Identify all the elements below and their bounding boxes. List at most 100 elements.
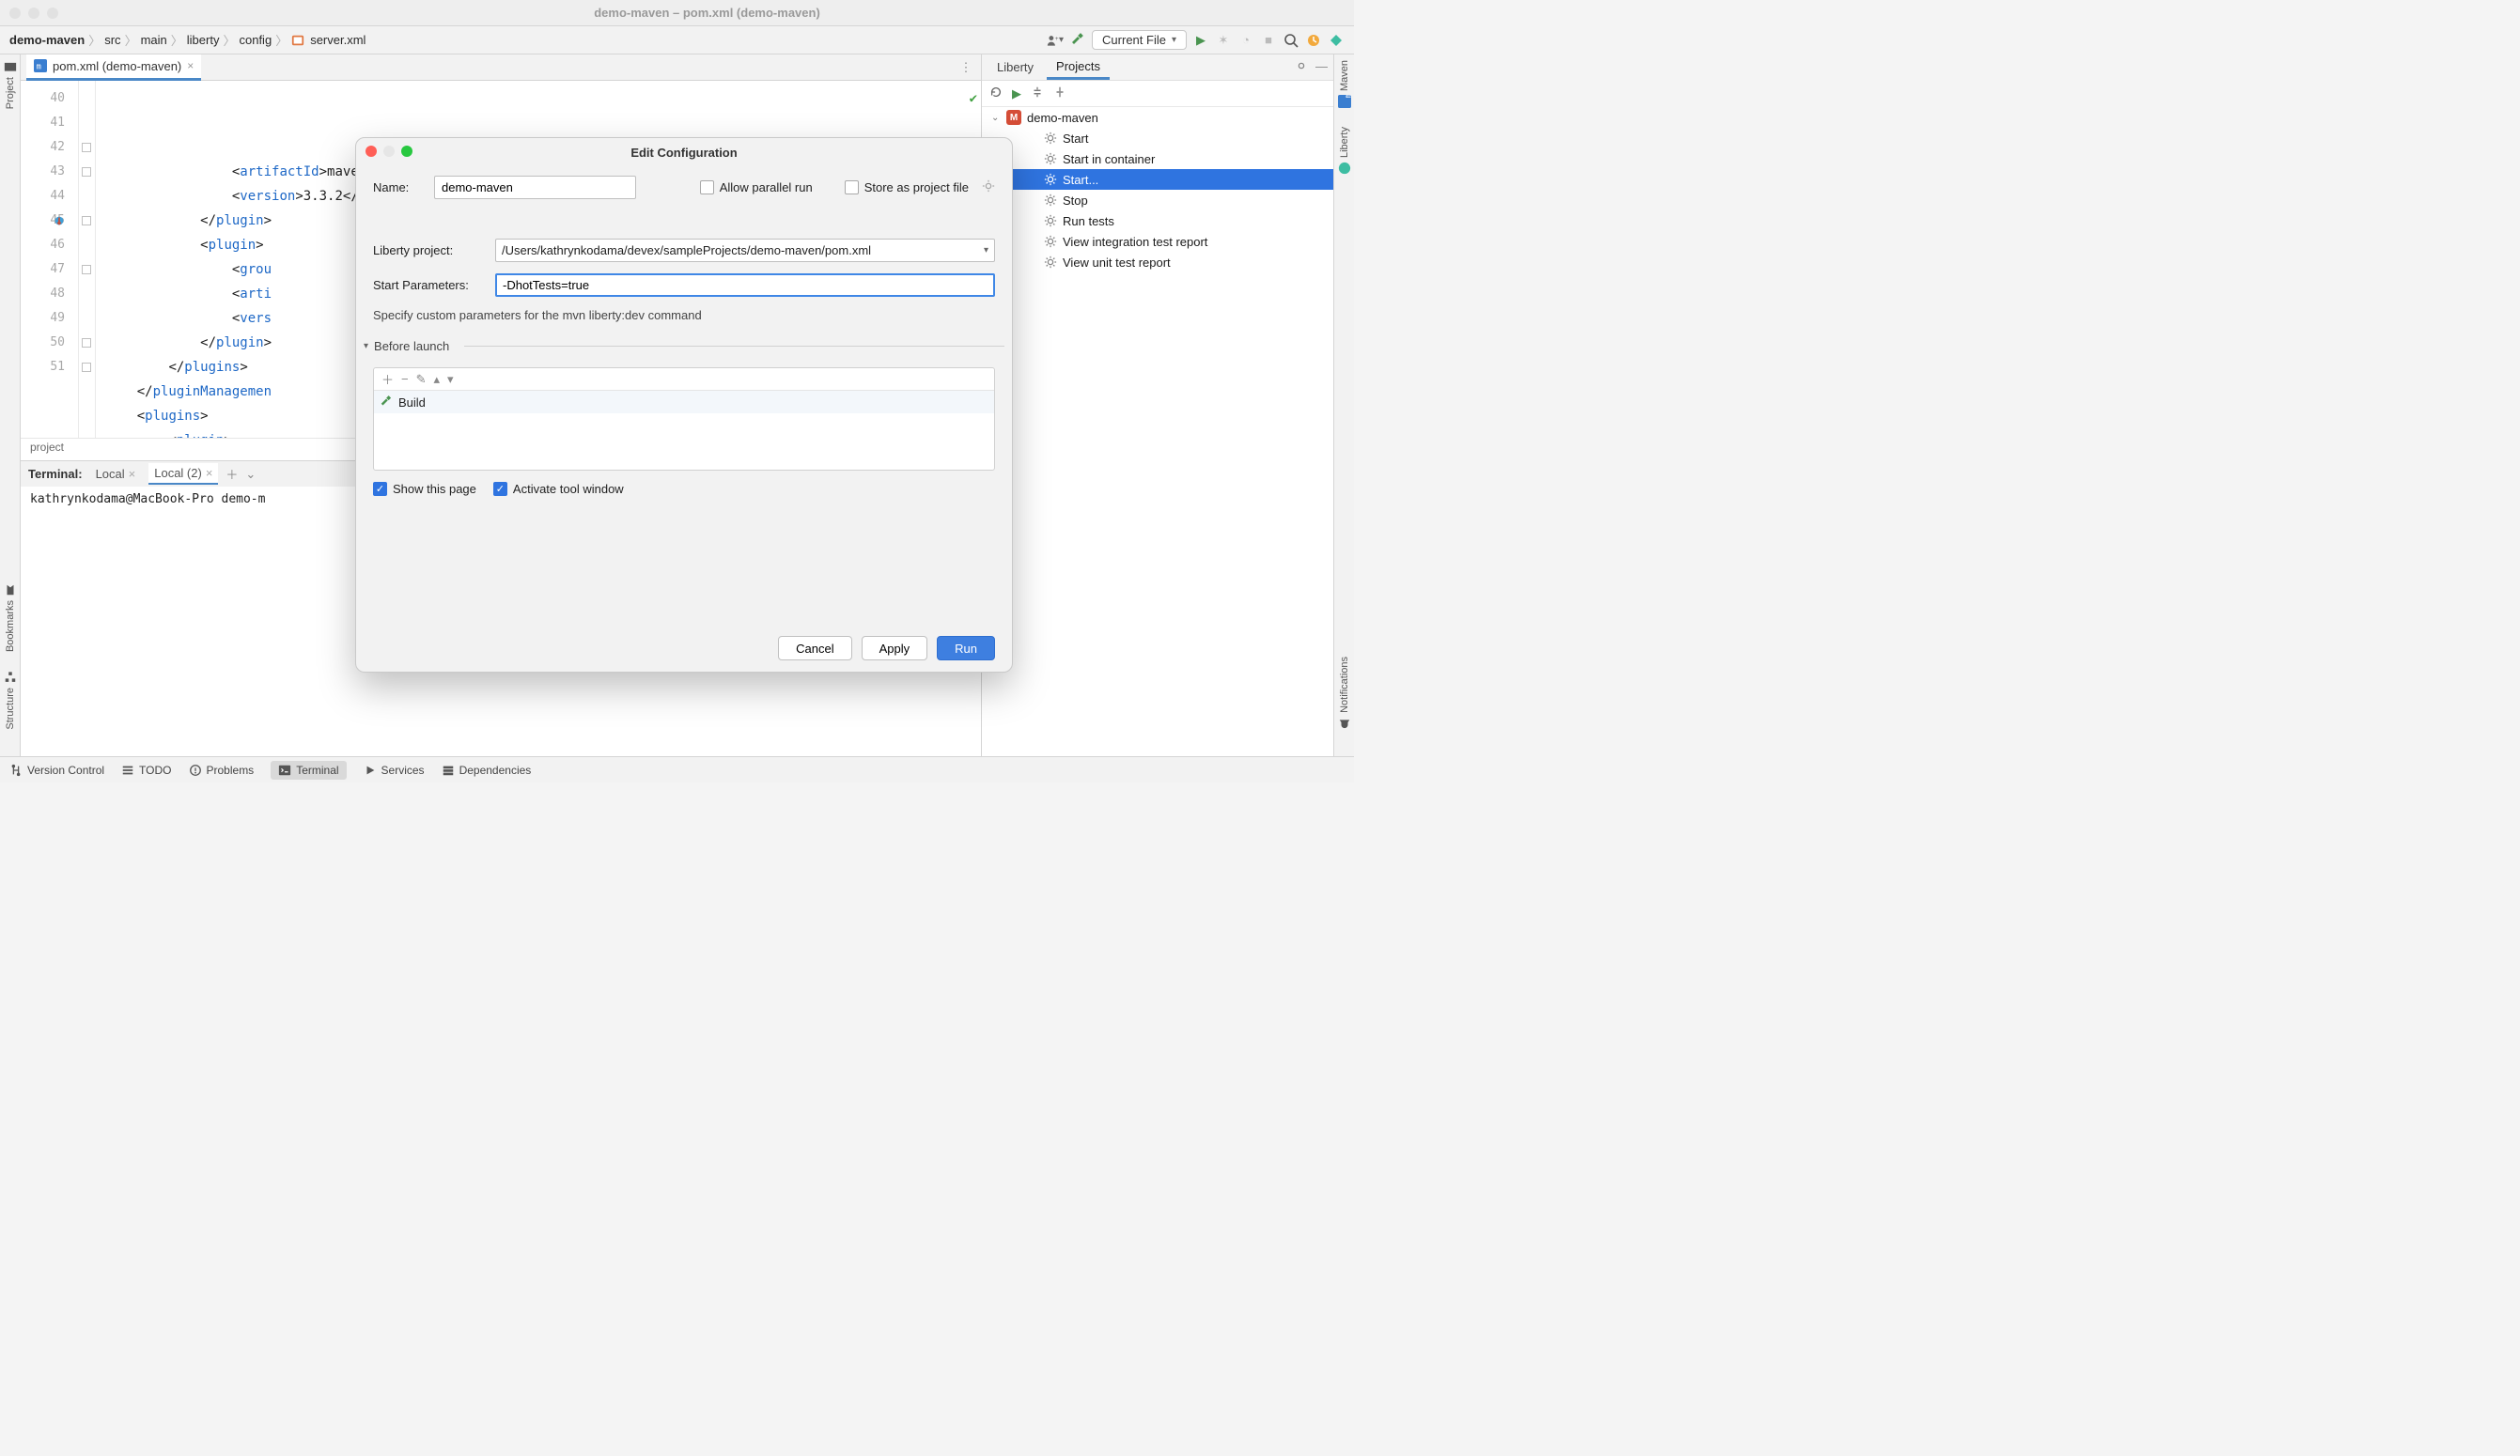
move-down-icon[interactable]: ▾ [447,372,454,387]
move-up-icon[interactable]: ▴ [434,372,441,387]
remove-icon[interactable]: − [401,372,409,386]
sb-dependencies[interactable]: Dependencies [442,764,532,777]
tree-item[interactable]: View unit test report [982,252,1333,272]
rail-bookmarks[interactable]: Bookmarks [4,583,17,652]
collapse-icon[interactable] [1031,85,1044,101]
start-params-input[interactable] [495,273,995,297]
tree-item[interactable]: Start [982,128,1333,148]
breadcrumb-file[interactable]: server.xml [310,33,366,47]
tree-item[interactable]: Stop [982,190,1333,210]
allow-parallel-checkbox[interactable]: Allow parallel run [700,180,813,194]
rail-project[interactable]: Project [4,60,17,109]
profile-icon[interactable]: ◔ [1237,32,1254,49]
sb-todo[interactable]: TODO [121,764,171,777]
close-tab-icon[interactable]: × [187,59,194,72]
run-config-selector[interactable]: Current File ▾ [1092,30,1187,50]
tab-liberty[interactable]: Liberty [988,56,1043,78]
fold-toggle-icon[interactable] [82,338,91,348]
gear-icon[interactable] [982,179,995,195]
zoom-icon[interactable] [401,146,412,157]
add-terminal-icon[interactable]: ＋ [226,465,238,483]
tab-projects[interactable]: Projects [1047,55,1110,80]
tree-item-label: Start in container [1063,152,1155,166]
terminal-tab-local[interactable]: Local × [90,464,142,484]
cancel-button[interactable]: Cancel [778,636,851,660]
close-icon[interactable]: × [129,467,136,481]
run-button[interactable]: Run [937,636,995,660]
gear-icon [1044,235,1057,248]
hide-panel-icon[interactable]: — [1315,59,1328,75]
breadcrumb-part[interactable]: liberty [187,33,220,47]
terminal-tab-local-2[interactable]: Local (2) × [148,463,218,485]
editor-tab-label: pom.xml (demo-maven) [53,59,181,73]
rail-liberty[interactable]: Liberty [1338,127,1351,175]
tree-item[interactable]: View integration test report [982,231,1333,252]
editor-tab-pom[interactable]: m pom.xml (demo-maven) × [26,54,201,81]
tab-overflow-icon[interactable]: ⋮ [957,60,975,75]
stop-icon[interactable]: ■ [1260,32,1277,49]
breadcrumb-root[interactable]: demo-maven [9,33,85,47]
build-hammer-icon [380,395,393,409]
close-window-icon[interactable] [9,8,21,19]
edit-icon[interactable]: ✎ [416,372,427,387]
liberty-project-combo[interactable]: /Users/kathrynkodama/devex/sampleProject… [495,239,995,262]
sync-icon[interactable] [1305,32,1322,49]
close-icon[interactable]: × [206,466,213,480]
line-number: 42 [21,135,78,160]
apply-button[interactable]: Apply [862,636,928,660]
right-panel-tabs: Liberty Projects — [982,54,1333,81]
fold-toggle-icon[interactable] [82,265,91,274]
debug-icon[interactable]: ✶ [1215,32,1232,49]
minimize-window-icon[interactable] [28,8,39,19]
dialog-traffic-lights [366,146,412,157]
store-as-project-checkbox[interactable]: Store as project file [845,180,969,194]
sb-version-control[interactable]: Version Control [9,764,104,777]
breadcrumb-part[interactable]: config [239,33,272,47]
rail-notifications[interactable]: Notifications [1338,657,1351,730]
liberty-projects-tree[interactable]: ⌄Mdemo-mavenStart Start in container Start… [982,107,1333,756]
name-input[interactable] [434,176,636,199]
fold-toggle-icon[interactable] [82,167,91,177]
minimize-icon[interactable] [383,146,395,157]
xml-file-icon [291,34,304,47]
statusbar: Version Control TODO Problems Terminal S… [0,756,1354,782]
expand-icon[interactable] [1053,85,1066,101]
sb-terminal[interactable]: Terminal [271,761,346,780]
line-number: 40 [21,86,78,111]
terminal-dropdown-icon[interactable]: ⌄ [245,467,256,482]
sb-services[interactable]: Services [364,764,425,777]
build-hammer-icon[interactable] [1069,32,1086,49]
rail-structure[interactable]: Structure [4,671,17,730]
run-icon[interactable]: ▶ [1192,32,1209,49]
left-tool-rail: Project Bookmarks Structure [0,54,21,756]
fold-toggle-icon[interactable] [82,143,91,152]
liberty-project-label: Liberty project: [373,243,486,257]
code-with-me-icon[interactable] [1328,32,1345,49]
before-launch-header[interactable]: ▾ Before launch [356,333,1012,358]
gutter-run-marker-icon[interactable] [51,212,66,227]
tree-item[interactable]: Start in container [982,148,1333,169]
before-launch-item[interactable]: Build [374,391,994,413]
fold-toggle-icon[interactable] [82,216,91,225]
gear-icon[interactable] [1295,59,1308,75]
tree-item[interactable]: Start... [982,169,1333,190]
add-user-icon[interactable]: +▾ [1047,32,1064,49]
add-icon[interactable]: ＋ [381,370,394,388]
chevron-down-icon: ⌄ [991,113,1001,123]
sb-problems[interactable]: Problems [189,764,255,777]
search-icon[interactable] [1283,32,1299,49]
svg-text:m: m [1344,95,1351,99]
run-icon[interactable]: ▶ [1012,86,1021,101]
fold-toggle-icon[interactable] [82,363,91,372]
show-this-page-checkbox[interactable]: ✓ Show this page [373,482,476,496]
activate-tool-window-checkbox[interactable]: ✓ Activate tool window [493,482,624,496]
tree-item[interactable]: Run tests [982,210,1333,231]
breadcrumb-part[interactable]: src [104,33,120,47]
close-icon[interactable] [366,146,377,157]
dialog-title-bar[interactable]: Edit Configuration [356,138,1012,166]
rail-maven[interactable]: m Maven [1338,60,1351,108]
tree-root[interactable]: ⌄Mdemo-maven [982,107,1333,128]
maximize-window-icon[interactable] [47,8,58,19]
refresh-icon[interactable] [989,85,1003,101]
breadcrumb-part[interactable]: main [141,33,167,47]
